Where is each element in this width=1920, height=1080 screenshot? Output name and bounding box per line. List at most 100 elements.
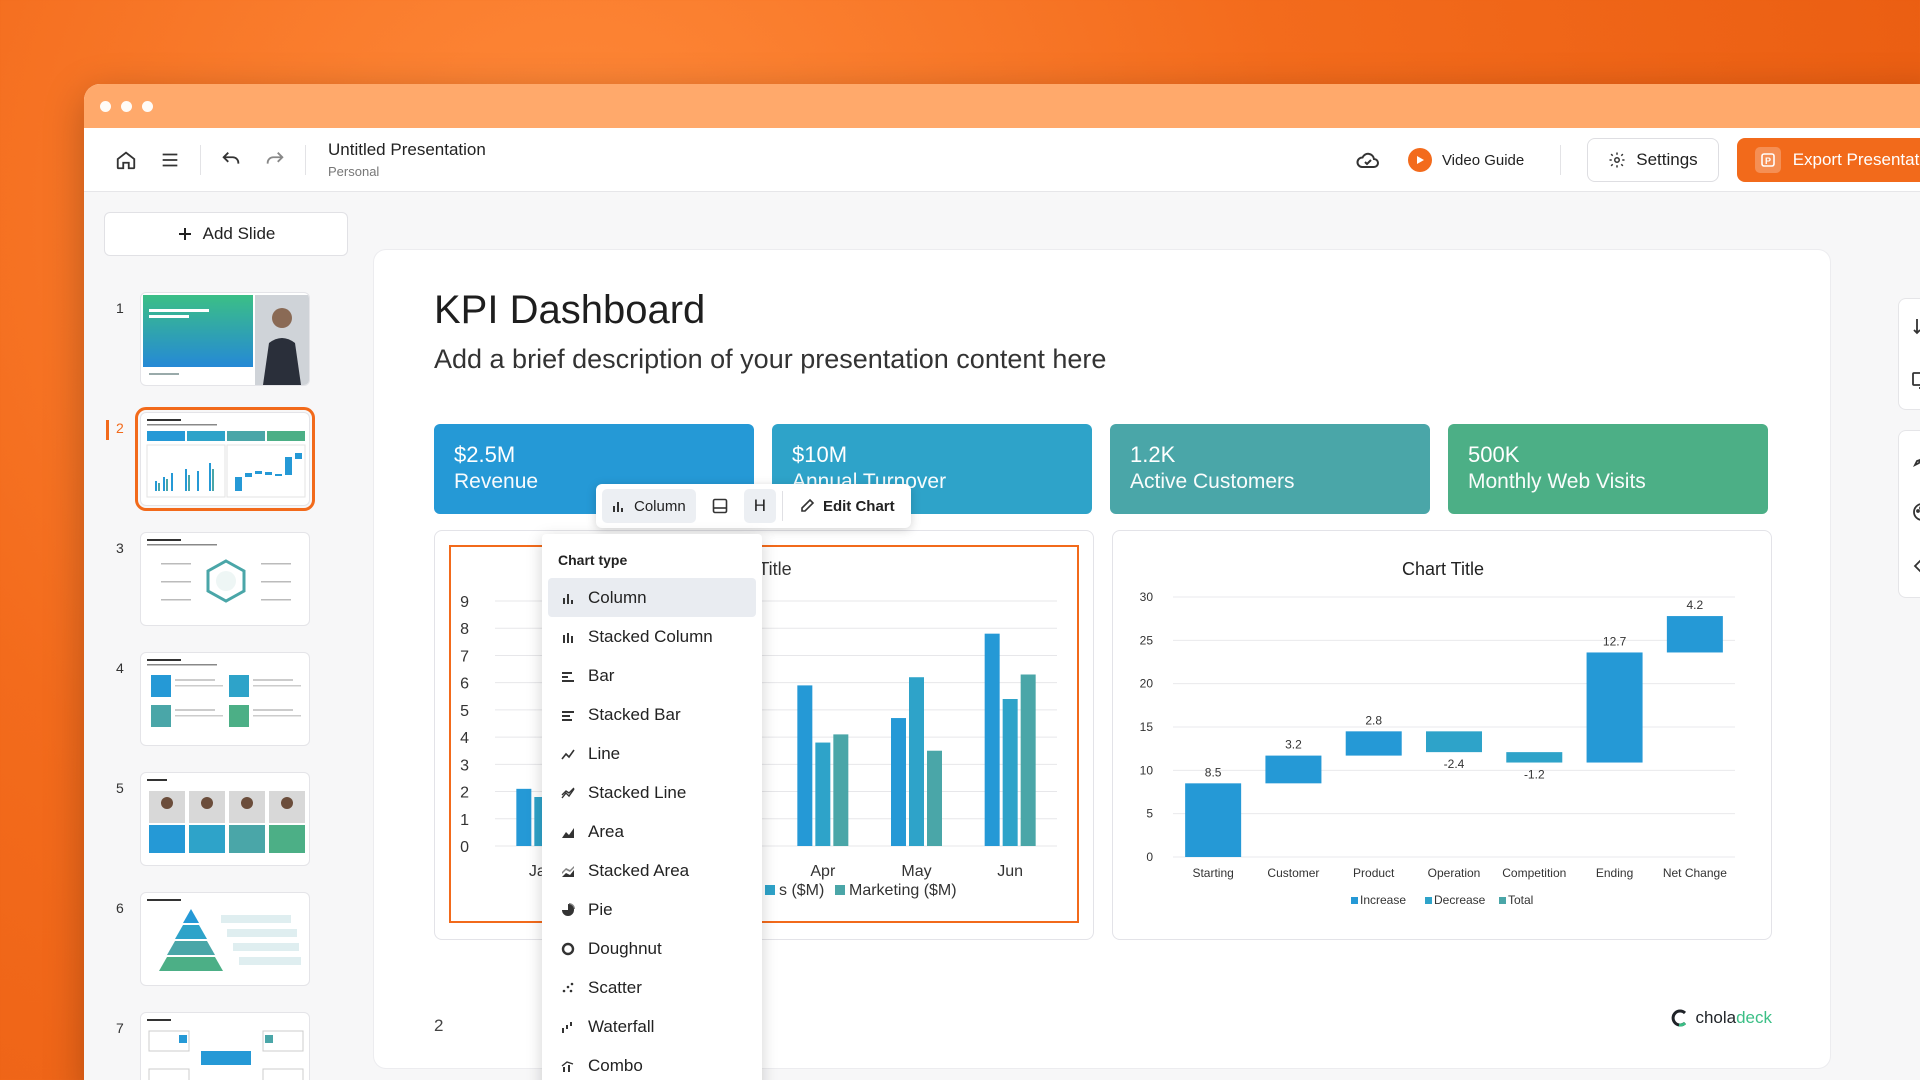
kpi-label: Monthly Web Visits — [1468, 470, 1646, 493]
y-tick-label: 15 — [1140, 720, 1154, 734]
x-tick-label: Competition — [1502, 866, 1566, 880]
chart-type-option-stacked-bar[interactable]: Stacked Bar — [548, 695, 756, 734]
window-dot-minimize[interactable] — [121, 100, 132, 112]
slide-thumbnail-row[interactable]: 2 — [84, 407, 354, 511]
app-window: Untitled Presentation Personal Video Gui… — [84, 84, 1920, 1080]
slide-thumbnail-row[interactable]: 6 — [84, 892, 354, 986]
chart-type-option-doughnut[interactable]: Doughnut — [548, 929, 756, 968]
column-chart[interactable]: Title0123456789JanAprMayJuns ($M)Marketi… — [435, 531, 1095, 941]
waterfall-chart-container[interactable]: Chart Title 0 5 10 15 20 25 30 8.5 Starting 3.2 Cus… — [1112, 530, 1772, 940]
chart-type-option-combo[interactable]: Combo — [548, 1046, 756, 1080]
slide-thumbnail-6[interactable] — [140, 892, 310, 986]
chart-type-button[interactable]: Column — [602, 489, 696, 523]
bar — [516, 788, 532, 846]
column-chart-container[interactable]: Title0123456789JanAprMayJuns ($M)Marketi… — [434, 530, 1094, 940]
y-tick-label: 8 — [460, 621, 469, 638]
data-label: 4.2 — [1687, 598, 1704, 612]
slide-subtitle[interactable]: Add a brief description of your presenta… — [434, 344, 1106, 375]
slide-number: 1 — [116, 300, 124, 316]
toolbar-divider — [305, 144, 306, 175]
window-dot-close[interactable] — [100, 100, 111, 112]
slide-thumbnail-row[interactable]: 3 — [84, 532, 354, 626]
home-icon[interactable] — [104, 140, 148, 180]
undo-icon[interactable] — [209, 140, 253, 180]
chart-type-option-column[interactable]: Column — [548, 578, 756, 617]
kpi-label: Active Customers — [1130, 470, 1295, 493]
layout-toggle-button[interactable] — [702, 489, 738, 523]
slide-thumbnail-row[interactable]: 5 — [84, 772, 354, 866]
kpi-value: $2.5M — [454, 442, 516, 467]
legend-swatch — [835, 885, 845, 895]
data-label: -1.2 — [1524, 768, 1545, 782]
y-tick-label: 5 — [1146, 807, 1153, 821]
waterfall-chart-icon — [560, 1020, 576, 1034]
slide-thumbnail-4[interactable] — [140, 652, 310, 746]
slide-thumbnail-7[interactable] — [140, 1012, 310, 1080]
powerpoint-icon: P — [1754, 147, 1781, 173]
chart-type-option-stacked-column[interactable]: Stacked Column — [548, 617, 756, 656]
chart-type-option-line[interactable]: Line — [548, 734, 756, 773]
chart-type-option-stacked-area[interactable]: Stacked Area — [548, 851, 756, 890]
presentation-name[interactable]: Untitled Presentation — [328, 140, 486, 160]
heading-style-button[interactable]: H — [743, 489, 776, 523]
chart-type-option-stacked-line[interactable]: Stacked Line — [548, 773, 756, 812]
menu-icon[interactable] — [148, 140, 192, 180]
kpi-card-customers[interactable]: 1.2K Active Customers — [1110, 424, 1430, 514]
stacked-column-chart-icon — [560, 630, 576, 644]
chart-title: Chart Title — [1402, 559, 1484, 579]
chart-edit-toolbar: Column H Edit Chart — [596, 484, 911, 528]
paint-bucket-icon[interactable] — [1899, 539, 1920, 593]
chart-type-option-label: Stacked Area — [588, 860, 690, 880]
cloud-sync-icon[interactable] — [1346, 140, 1390, 180]
waterfall-chart[interactable]: Chart Title 0 5 10 15 20 25 30 8.5 Starting 3.2 Cus… — [1113, 531, 1773, 941]
redo-icon[interactable] — [253, 140, 297, 180]
slide-number: 7 — [116, 1020, 124, 1036]
chart-type-option-waterfall[interactable]: Waterfall — [548, 1007, 756, 1046]
chart-type-option-label: Doughnut — [588, 938, 662, 958]
add-slide-button[interactable]: Add Slide — [104, 212, 348, 256]
document-title[interactable]: Untitled Presentation Personal — [328, 140, 486, 179]
slide-thumbnail-row[interactable]: 1 — [84, 292, 354, 386]
brand-part-1: chola — [1695, 1008, 1737, 1027]
settings-button[interactable]: Settings — [1587, 138, 1719, 182]
waterfall-bar — [1586, 652, 1643, 763]
chart-type-option-scatter[interactable]: Scatter — [548, 968, 756, 1007]
edit-toolbar-divider — [781, 491, 783, 521]
top-toolbar: Untitled Presentation Personal Video Gui… — [84, 128, 1920, 192]
plus-icon — [178, 228, 191, 240]
edit-chart-button[interactable]: Edit Chart — [789, 489, 905, 523]
combo-chart-icon — [560, 1059, 576, 1073]
legend-swatch — [1425, 897, 1432, 904]
chart-type-option-label: Pie — [588, 899, 613, 919]
brush-icon[interactable] — [1899, 431, 1920, 485]
bar — [984, 633, 1000, 846]
add-slide-label: Add Slide — [202, 224, 276, 243]
video-guide-button[interactable]: Video Guide — [1407, 148, 1524, 172]
slide-thumbnail-row[interactable]: 7 — [84, 1012, 354, 1080]
waterfall-bar — [1185, 783, 1242, 857]
kpi-card-web-visits[interactable]: 500K Monthly Web Visits — [1448, 424, 1768, 514]
slide-thumbnail-2[interactable] — [135, 407, 315, 511]
chart-type-option-label: Column — [588, 587, 647, 607]
slide-thumbnail-5[interactable] — [140, 772, 310, 866]
y-tick-label: 0 — [460, 839, 469, 856]
chart-type-option-area[interactable]: Area — [548, 812, 756, 851]
chart-type-option-bar[interactable]: Bar — [548, 656, 756, 695]
chart-title: Title — [758, 559, 791, 579]
slide-thumbnail-3[interactable] — [140, 532, 310, 626]
right-rail-top — [1898, 298, 1920, 410]
slide-title[interactable]: KPI Dashboard — [434, 288, 705, 333]
window-dot-maximize[interactable] — [142, 100, 153, 112]
palette-icon[interactable] — [1899, 485, 1920, 539]
sort-order-icon[interactable] — [1899, 299, 1920, 353]
stacked-area-chart-icon — [560, 864, 576, 878]
chart-type-option-pie[interactable]: Pie — [548, 890, 756, 929]
chart-type-option-label: Line — [588, 743, 621, 763]
column-chart-icon — [560, 591, 576, 605]
slide-thumbnail-1[interactable] — [140, 292, 310, 386]
y-tick-label: 7 — [460, 648, 469, 665]
export-presentation-button[interactable]: P Export Presentation — [1736, 138, 1920, 182]
present-icon[interactable] — [1899, 353, 1920, 407]
slide-thumbnail-row[interactable]: 4 — [84, 652, 354, 746]
bar — [909, 677, 924, 846]
